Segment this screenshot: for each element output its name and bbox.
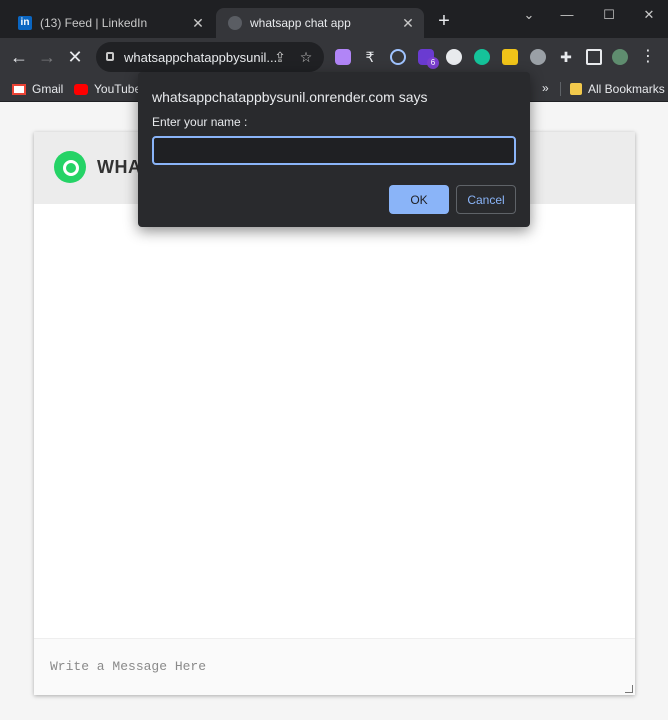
bookmarks-overflow-icon[interactable]: » <box>542 81 549 95</box>
dialog-title: whatsappchatappbysunil.onrender.com says <box>152 89 428 105</box>
ok-button[interactable]: OK <box>389 185 449 214</box>
tab-strip: in (13) Feed | LinkedIn ✕ whatsapp chat … <box>0 0 668 38</box>
share-icon[interactable]: ⇪ <box>272 49 288 65</box>
tab-whatsapp[interactable]: whatsapp chat app ✕ <box>216 8 424 38</box>
message-input[interactable] <box>34 639 635 696</box>
message-list <box>34 204 635 638</box>
bookmark-label: Gmail <box>32 82 64 96</box>
extension-icon-5[interactable] <box>446 49 462 65</box>
side-panel-icon[interactable] <box>586 49 602 65</box>
stop-loading-button[interactable]: ✕ <box>64 46 86 68</box>
bookmark-star-icon[interactable]: ☆ <box>298 49 314 65</box>
loading-globe-icon <box>228 16 242 30</box>
bookmark-gmail[interactable]: Gmail <box>12 80 63 98</box>
name-input[interactable] <box>152 136 516 165</box>
linkedin-icon: in <box>18 16 32 30</box>
rupee-extension-icon[interactable]: ₹ <box>362 49 378 65</box>
folder-icon <box>570 83 582 95</box>
dialog-label: Enter your name : <box>152 115 248 129</box>
bookmark-label: YouTube <box>94 82 142 96</box>
bookmark-youtube[interactable]: YouTube <box>74 80 141 98</box>
window-close-button[interactable]: ✕ <box>634 4 664 26</box>
all-bookmarks-label: All Bookmarks <box>588 82 665 96</box>
youtube-icon <box>74 83 88 95</box>
tab-search-icon[interactable]: ⌄ <box>514 4 544 26</box>
extension-badge: 6 <box>427 57 439 69</box>
browser-toolbar: ← → ✕ whatsappchatappbysunil... ⇪ ☆ ₹ ✚ … <box>0 38 668 76</box>
gear-extension-icon[interactable] <box>530 49 546 65</box>
resize-handle-icon[interactable] <box>625 685 633 693</box>
message-composer <box>34 638 635 696</box>
extension-icon-7[interactable] <box>502 49 518 65</box>
react-extension-icon[interactable] <box>390 49 406 65</box>
close-icon[interactable]: ✕ <box>190 15 206 31</box>
url-text[interactable]: whatsappchatappbysunil... <box>124 50 277 65</box>
bookmarks-divider <box>560 82 561 96</box>
minimize-button[interactable]: — <box>552 4 582 26</box>
lock-icon[interactable] <box>106 52 114 61</box>
tab-title: (13) Feed | LinkedIn <box>40 16 148 30</box>
whatsapp-logo-icon <box>54 151 86 183</box>
profile-avatar[interactable] <box>612 49 628 65</box>
grammarly-icon[interactable] <box>474 49 490 65</box>
extension-icon-1[interactable] <box>335 49 351 65</box>
forward-button[interactable]: → <box>36 46 58 68</box>
maximize-button[interactable]: ☐ <box>594 4 624 26</box>
tab-linkedin[interactable]: in (13) Feed | LinkedIn ✕ <box>8 8 214 38</box>
back-button[interactable]: ← <box>8 46 30 68</box>
gmail-icon <box>12 83 26 95</box>
chrome-menu-icon[interactable]: ⋮ <box>640 46 656 68</box>
close-icon[interactable]: ✕ <box>400 15 416 31</box>
tab-title: whatsapp chat app <box>250 16 351 30</box>
new-tab-button[interactable]: + <box>434 11 454 31</box>
puzzle-extensions-icon[interactable]: ✚ <box>558 49 574 65</box>
address-bar[interactable]: whatsappchatappbysunil... ⇪ ☆ <box>96 42 324 72</box>
all-bookmarks[interactable]: All Bookmarks <box>570 80 665 98</box>
prompt-dialog: whatsappchatappbysunil.onrender.com says… <box>138 72 530 227</box>
cancel-button[interactable]: Cancel <box>456 185 516 214</box>
